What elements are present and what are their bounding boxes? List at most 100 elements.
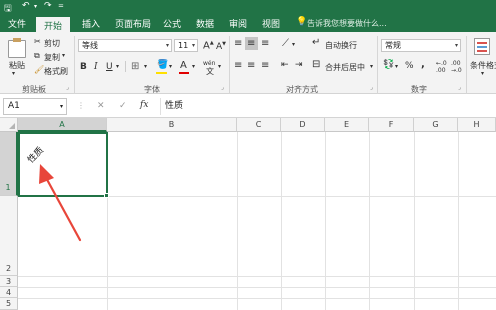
- font-size-select[interactable]: 11 ▾: [174, 39, 198, 52]
- row-header-3[interactable]: 3: [0, 276, 18, 287]
- decrease-decimal-icon[interactable]: .00 →.0: [451, 60, 462, 74]
- grow-font-icon[interactable]: A▲: [203, 40, 214, 51]
- customize-icon[interactable]: =: [58, 2, 64, 10]
- row-header-2[interactable]: 2: [0, 196, 18, 276]
- font-launcher-icon[interactable]: ⌟: [221, 84, 224, 91]
- column-header-h[interactable]: H: [458, 118, 496, 132]
- tab-file[interactable]: 文件: [8, 17, 26, 30]
- shrink-font-icon[interactable]: A▼: [216, 41, 226, 52]
- paste-icon[interactable]: [8, 38, 26, 58]
- tab-home[interactable]: 开始: [36, 17, 71, 32]
- scissors-icon[interactable]: ✂: [34, 37, 41, 46]
- borders-icon[interactable]: ⊞: [131, 61, 139, 72]
- top-align-icon[interactable]: ≡: [234, 38, 242, 49]
- align-left-icon[interactable]: ≡: [234, 60, 242, 71]
- wrap-text-button[interactable]: 自动换行: [325, 40, 357, 51]
- fill-color-icon[interactable]: 🪣: [157, 60, 168, 70]
- bottom-align-icon[interactable]: ≡: [261, 38, 269, 49]
- undo-icon[interactable]: ↶: [22, 1, 30, 11]
- confirm-entry-button[interactable]: ✓: [119, 101, 127, 111]
- column-header-d[interactable]: D: [281, 118, 325, 132]
- copy-dropdown-icon[interactable]: ▾: [62, 52, 65, 59]
- conditional-format-icon[interactable]: [474, 38, 490, 55]
- align-right-icon[interactable]: ≡: [261, 60, 269, 71]
- gridline: [18, 298, 496, 299]
- merge-center-button[interactable]: 合并后居中: [325, 62, 365, 73]
- font-color-button[interactable]: A: [180, 60, 187, 71]
- column-header-e[interactable]: E: [325, 118, 369, 132]
- cancel-entry-button[interactable]: ✕: [97, 101, 105, 111]
- gridline: [414, 132, 415, 310]
- gridline: [18, 287, 496, 288]
- formula-input[interactable]: 性质: [160, 98, 494, 115]
- select-all-corner[interactable]: [0, 118, 18, 132]
- formula-bar-grip-icon: ⋮: [77, 101, 85, 110]
- insert-function-button[interactable]: fx: [140, 100, 148, 110]
- font-color-dropdown-icon[interactable]: ▾: [192, 63, 195, 70]
- divider: [125, 61, 126, 72]
- ribbon-divider: [466, 36, 467, 94]
- italic-button[interactable]: I: [94, 62, 98, 72]
- increase-indent-icon[interactable]: ⇥: [295, 60, 303, 70]
- decrease-indent-icon[interactable]: ⇤: [281, 60, 289, 70]
- tab-insert[interactable]: 插入: [82, 17, 100, 30]
- borders-dropdown-icon[interactable]: ▾: [144, 63, 147, 70]
- gridline: [325, 132, 326, 310]
- align-center-icon[interactable]: ≡: [247, 60, 255, 71]
- accounting-dropdown-icon[interactable]: ▾: [395, 63, 398, 70]
- font-color-swatch: [179, 72, 189, 74]
- ribbon-divider: [74, 36, 75, 94]
- column-header-b[interactable]: B: [107, 118, 237, 132]
- arrow-head: [39, 164, 54, 184]
- name-box[interactable]: A1 ▾: [3, 98, 67, 115]
- redo-icon[interactable]: ↷: [44, 1, 52, 11]
- paste-dropdown-icon[interactable]: ▾: [12, 70, 15, 77]
- number-format-select[interactable]: 常规 ▾: [381, 39, 461, 52]
- orientation-dropdown-icon[interactable]: ▾: [292, 41, 295, 48]
- lightbulb-icon: 💡: [296, 17, 308, 27]
- phonetic-glyph: 文: [206, 67, 214, 76]
- middle-align-icon[interactable]: ≡: [247, 38, 255, 49]
- increase-decimal-icon[interactable]: ←.0.00: [436, 60, 447, 74]
- orientation-icon[interactable]: ⟋: [282, 38, 289, 49]
- comma-button[interactable]: ,: [421, 59, 425, 70]
- copy-icon[interactable]: ⧉: [34, 51, 40, 61]
- copy-button[interactable]: 复制: [44, 52, 60, 63]
- percent-button[interactable]: %: [405, 61, 414, 71]
- tab-review[interactable]: 审阅: [229, 17, 247, 30]
- bold-button[interactable]: B: [80, 62, 87, 72]
- wrap-text-icon[interactable]: ↵: [312, 37, 320, 48]
- gridline: [458, 132, 459, 310]
- annotation-arrow-icon: [39, 164, 82, 242]
- tell-me-search[interactable]: 告诉我您想要做什么...: [307, 18, 387, 29]
- phonetic-dropdown-icon[interactable]: ▾: [218, 63, 221, 70]
- alignment-launcher-icon[interactable]: ⌟: [370, 84, 373, 91]
- fill-handle[interactable]: [104, 193, 109, 198]
- fill-color-dropdown-icon[interactable]: ▾: [169, 63, 172, 70]
- tab-data[interactable]: 数据: [196, 17, 214, 30]
- tab-view[interactable]: 视图: [262, 17, 280, 30]
- column-header-a[interactable]: A: [18, 118, 107, 132]
- underline-dropdown-icon[interactable]: ▾: [116, 63, 119, 70]
- conditional-format-dropdown-icon[interactable]: ▾: [481, 70, 484, 77]
- row-header-5[interactable]: 5: [0, 298, 18, 310]
- tab-page-layout[interactable]: 页面布局: [115, 17, 151, 30]
- number-launcher-icon[interactable]: ⌟: [458, 84, 461, 91]
- accounting-format-icon[interactable]: 💱: [383, 60, 394, 70]
- tab-formulas[interactable]: 公式: [163, 17, 181, 30]
- cut-button[interactable]: 剪切: [44, 38, 60, 49]
- column-header-g[interactable]: G: [414, 118, 458, 132]
- row-header-4[interactable]: 4: [0, 287, 18, 298]
- merge-center-icon[interactable]: ⊟: [312, 59, 320, 70]
- font-name-select[interactable]: 等线 ▾: [78, 39, 172, 52]
- clipboard-launcher-icon[interactable]: ⌟: [66, 84, 69, 91]
- underline-button[interactable]: U: [106, 62, 113, 72]
- row-header-1[interactable]: 1: [0, 132, 18, 196]
- format-painter-icon[interactable]: 🖌: [34, 65, 44, 74]
- format-painter-button[interactable]: 格式刷: [44, 66, 68, 77]
- column-header-f[interactable]: F: [369, 118, 414, 132]
- worksheet-grid[interactable]: A B C D E F G H 1 2 3 4 5 性质: [0, 118, 496, 310]
- column-header-c[interactable]: C: [237, 118, 281, 132]
- undo-dropdown-icon[interactable]: ▾: [34, 3, 37, 10]
- merge-dropdown-icon[interactable]: ▾: [370, 63, 373, 70]
